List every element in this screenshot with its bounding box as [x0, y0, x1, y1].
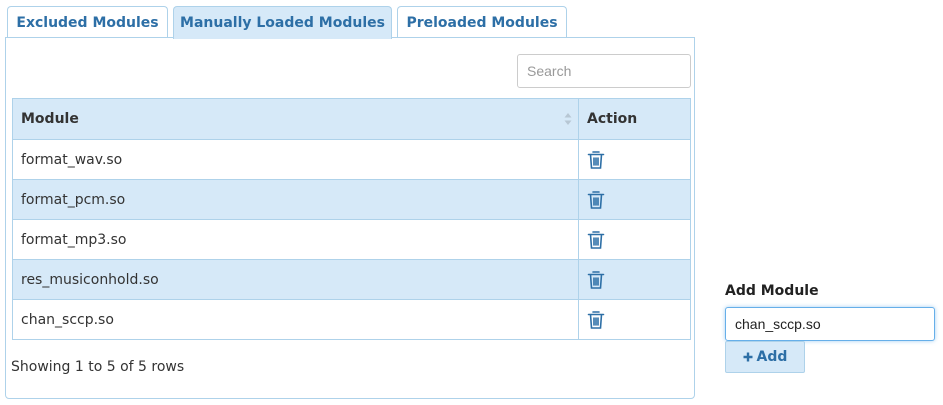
add-module-input[interactable] [725, 307, 935, 341]
column-header-action-label: Action [587, 111, 638, 127]
action-cell [579, 300, 690, 339]
modules-panel: Module Action format_wav.so format_pcm.s… [5, 37, 695, 399]
add-module-label: Add Module [725, 283, 819, 299]
module-name: format_mp3.so [21, 231, 127, 248]
trash-icon[interactable] [587, 310, 605, 330]
search-input[interactable] [517, 54, 691, 88]
table-row: chan_sccp.so [13, 299, 690, 339]
module-name: chan_sccp.so [21, 311, 114, 328]
table-row: format_mp3.so [13, 219, 690, 259]
table-row: format_wav.so [13, 139, 690, 179]
modules-table: Module Action format_wav.so format_pcm.s… [12, 98, 691, 340]
column-header-module[interactable]: Module [13, 99, 579, 139]
module-name: format_pcm.so [21, 191, 126, 208]
plus-icon [743, 352, 753, 362]
table-row: res_musiconhold.so [13, 259, 690, 299]
module-name-cell: format_wav.so [13, 140, 579, 179]
action-cell [579, 140, 690, 179]
add-module-button[interactable]: Add [725, 341, 805, 373]
action-cell [579, 220, 690, 259]
column-header-action: Action [579, 99, 690, 139]
sort-icon[interactable] [564, 112, 572, 126]
table-row: format_pcm.so [13, 179, 690, 219]
trash-icon[interactable] [587, 270, 605, 290]
action-cell [579, 260, 690, 299]
table-header: Module Action [13, 99, 690, 139]
module-name: format_wav.so [21, 151, 123, 168]
column-header-module-label: Module [21, 111, 79, 127]
module-name-cell: format_pcm.so [13, 180, 579, 219]
add-module-button-label: Add [756, 349, 788, 365]
module-name-cell: res_musiconhold.so [13, 260, 579, 299]
action-cell [579, 180, 690, 219]
module-name-cell: chan_sccp.so [13, 300, 579, 339]
tab-excluded-modules[interactable]: Excluded Modules [7, 6, 168, 38]
tab-preloaded-modules[interactable]: Preloaded Modules [397, 6, 567, 38]
trash-icon[interactable] [587, 230, 605, 250]
tab-manually-loaded-modules[interactable]: Manually Loaded Modules [173, 6, 392, 39]
pagination-summary: Showing 1 to 5 of 5 rows [11, 359, 185, 375]
trash-icon[interactable] [587, 150, 605, 170]
module-name: res_musiconhold.so [21, 271, 159, 288]
trash-icon[interactable] [587, 190, 605, 210]
module-name-cell: format_mp3.so [13, 220, 579, 259]
